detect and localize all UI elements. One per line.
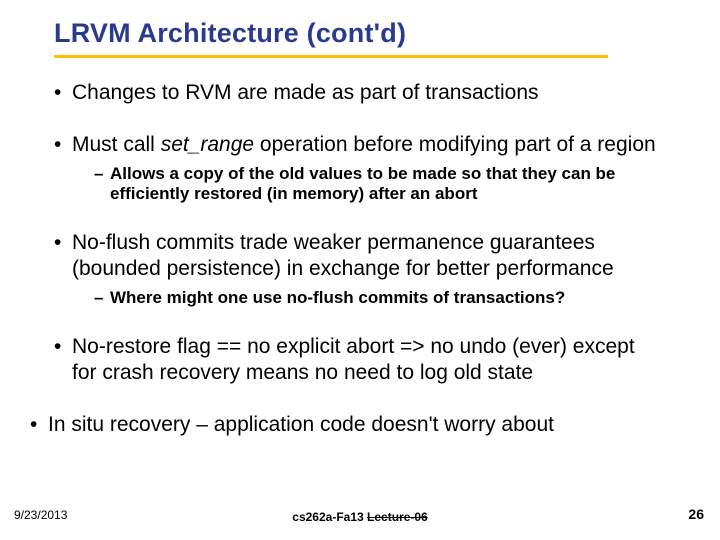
dash-icon: –	[94, 164, 110, 184]
bullet-text: Changes to RVM are made as part of trans…	[72, 80, 539, 106]
bullet-dot-icon: •	[30, 412, 48, 438]
page-number: 26	[688, 506, 704, 522]
title-block: LRVM Architecture (cont'd)	[54, 18, 684, 58]
footer-center: cs262a-Fa13 Lecture-06	[292, 510, 427, 524]
bullet-text: In situ recovery – application code does…	[48, 412, 554, 438]
bullet-dot-icon: •	[54, 80, 72, 106]
list-item: • No-restore flag == no explicit abort =…	[54, 334, 662, 386]
list-item: • In situ recovery – application code do…	[54, 412, 662, 438]
title-underline	[54, 55, 608, 58]
sub-bullet-text: Allows a copy of the old values to be ma…	[110, 164, 662, 204]
footer-date: 9/23/2013	[14, 508, 67, 522]
bullet-dot-icon: •	[54, 132, 72, 158]
slide: LRVM Architecture (cont'd) • Changes to …	[0, 0, 720, 540]
bullet-dot-icon: •	[54, 334, 72, 360]
bullet-text: Must call set_range operation before mod…	[72, 132, 656, 158]
sub-list-item: – Allows a copy of the old values to be …	[94, 164, 662, 204]
bullet-text: No-restore flag == no explicit abort => …	[72, 334, 662, 386]
bullet-list: • Changes to RVM are made as part of tra…	[54, 80, 662, 438]
slide-body: • Changes to RVM are made as part of tra…	[54, 80, 684, 438]
list-item: • Changes to RVM are made as part of tra…	[54, 80, 662, 106]
bullet-dot-icon: •	[54, 230, 72, 256]
dash-icon: –	[94, 288, 110, 308]
list-item: • No-flush commits trade weaker permanen…	[54, 230, 662, 308]
sub-list: – Where might one use no-flush commits o…	[94, 288, 662, 308]
sub-bullet-text: Where might one use no-flush commits of …	[110, 288, 565, 308]
slide-title: LRVM Architecture (cont'd)	[54, 18, 684, 49]
list-item: • Must call set_range operation before m…	[54, 132, 662, 204]
bullet-text: No-flush commits trade weaker permanence…	[72, 230, 662, 282]
sub-list: – Allows a copy of the old values to be …	[94, 164, 662, 204]
sub-list-item: – Where might one use no-flush commits o…	[94, 288, 662, 308]
